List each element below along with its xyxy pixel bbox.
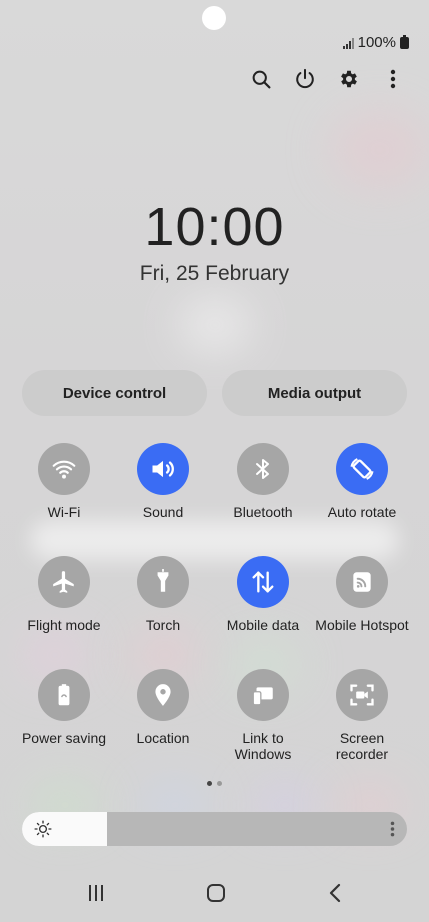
tile-label: Torch [145, 617, 181, 633]
mobile-data-icon[interactable] [237, 556, 289, 608]
tile-label: Mobile Hotspot [315, 617, 409, 633]
tile-label: Sound [142, 504, 184, 520]
media-output-button[interactable]: Media output [222, 370, 407, 416]
search-icon[interactable] [250, 68, 272, 90]
recents-icon[interactable] [87, 884, 105, 907]
location-icon[interactable] [137, 669, 189, 721]
tile-label: Location [136, 730, 190, 746]
link-windows-icon[interactable] [237, 669, 289, 721]
tile-mobile-data[interactable]: Mobile data [213, 556, 313, 633]
navigation-bar [0, 878, 429, 912]
clock-date: Fri, 25 February [139, 262, 290, 285]
front-camera [202, 6, 226, 30]
wifi-icon[interactable] [38, 443, 90, 495]
bg-blur [180, 300, 250, 350]
bluetooth-icon[interactable] [237, 443, 289, 495]
clock-time: 10:00 [144, 197, 285, 257]
tile-label: Power saving [21, 730, 107, 746]
tile-auto-rotate[interactable]: Auto rotate [312, 443, 412, 520]
auto-rotate-icon[interactable] [336, 443, 388, 495]
sound-icon[interactable] [137, 443, 189, 495]
tile-label: Bluetooth [233, 504, 293, 520]
tile-wi-fi[interactable]: Wi-Fi [14, 443, 114, 520]
tile-flight-mode[interactable]: Flight mode [14, 556, 114, 633]
gear-icon[interactable] [338, 68, 360, 90]
page-indicator [0, 781, 429, 786]
brightness-icon [34, 820, 52, 843]
page-dot [207, 781, 212, 786]
status-bar: 100% [342, 34, 409, 51]
power-saving-icon[interactable] [38, 669, 90, 721]
brightness-slider[interactable] [22, 812, 407, 846]
home-icon[interactable] [206, 883, 226, 908]
tile-label: Mobile data [226, 617, 300, 633]
tile-bluetooth[interactable]: Bluetooth [213, 443, 313, 520]
airplane-icon[interactable] [38, 556, 90, 608]
tile-label: Auto rotate [327, 504, 397, 520]
torch-icon[interactable] [137, 556, 189, 608]
screen-recorder-icon[interactable] [336, 669, 388, 721]
tile-mobile-hotspot[interactable]: Mobile Hotspot [312, 556, 412, 633]
panel-actions [250, 68, 404, 90]
tile-label: Screen recorder [335, 730, 389, 762]
tile-power-saving[interactable]: Power saving [14, 669, 114, 746]
hotspot-icon[interactable] [336, 556, 388, 608]
back-icon[interactable] [328, 883, 342, 908]
more-vertical-icon[interactable] [382, 68, 404, 90]
bg-highlight [30, 520, 399, 560]
tile-torch[interactable]: Torch [113, 556, 213, 633]
signal-icon [342, 37, 354, 49]
device-control-button[interactable]: Device control [22, 370, 207, 416]
tile-sound[interactable]: Sound [113, 443, 213, 520]
battery-icon [400, 34, 409, 49]
tile-location[interactable]: Location [113, 669, 213, 746]
tile-label: Link to Windows [234, 730, 292, 762]
bg-blur [330, 110, 429, 190]
tile-screen-recorder[interactable]: Screen recorder [312, 669, 412, 762]
power-icon[interactable] [294, 68, 316, 90]
battery-percentage: 100% [357, 34, 396, 51]
more-vertical-icon[interactable] [390, 821, 395, 842]
page-dot [217, 781, 222, 786]
tile-link-to-windows[interactable]: Link to Windows [213, 669, 313, 762]
tile-label: Flight mode [27, 617, 101, 633]
tile-label: Wi-Fi [47, 504, 81, 520]
